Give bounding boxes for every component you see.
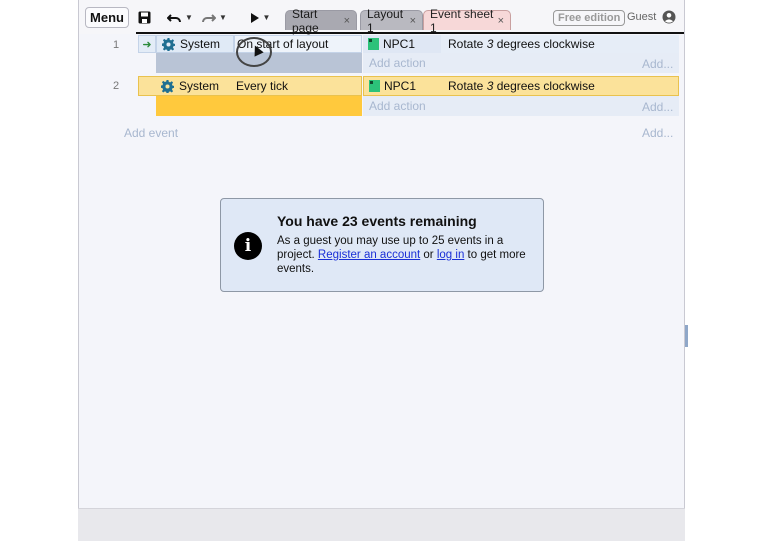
add-action-button[interactable]: Add action: [363, 96, 679, 116]
notice-title: You have 23 events remaining: [277, 213, 477, 229]
tab-event-sheet-1[interactable]: Event sheet 1 ×: [423, 7, 511, 35]
condition-object[interactable]: System: [156, 77, 234, 95]
close-icon[interactable]: ×: [410, 15, 416, 27]
undo-icon: [167, 13, 182, 22]
condition-object[interactable]: System: [156, 35, 234, 53]
action-object[interactable]: NPC1: [364, 77, 441, 95]
construct-editor: Menu ▼ ▼ ▼ Start page × Layout 1 × Event…: [78, 0, 685, 510]
add-event-button[interactable]: Add event: [124, 126, 178, 140]
notice-text: or: [420, 249, 437, 261]
sheet-divider: [136, 32, 684, 34]
chevron-down-icon[interactable]: ▼: [263, 13, 271, 22]
sprite-icon: [368, 38, 379, 50]
action-text[interactable]: Rotate 3 degrees clockwise: [441, 77, 677, 95]
action-object-label: NPC1: [384, 79, 417, 93]
redo-icon: [202, 13, 217, 22]
condition-object-label: System: [180, 37, 221, 51]
action-text-suffix: degrees clockwise: [493, 37, 595, 51]
action-value[interactable]: 3: [487, 37, 494, 51]
notice-body: As a guest you may use up to 25 events i…: [277, 234, 533, 276]
register-link[interactable]: Register an account: [318, 249, 420, 261]
tab-label: Start page: [292, 6, 319, 35]
toolbar: Menu ▼ ▼ ▼ Start page × Layout 1 × Event…: [79, 0, 684, 35]
action-text[interactable]: Rotate 3 degrees clockwise: [441, 35, 679, 53]
free-edition-badge[interactable]: Free edition: [553, 10, 626, 26]
gear-icon: [162, 37, 175, 51]
chevron-down-icon[interactable]: ▼: [185, 13, 193, 22]
play-icon: [250, 12, 259, 23]
undo-button[interactable]: ▼: [166, 7, 194, 28]
condition-object-label: System: [179, 79, 220, 93]
sprite-icon: [369, 80, 380, 92]
action-text-prefix: Rotate: [448, 79, 487, 93]
tab-label: Event sheet 1: [430, 6, 494, 35]
login-link[interactable]: log in: [437, 249, 465, 261]
event-number: 2: [113, 80, 120, 92]
redo-button[interactable]: ▼: [200, 7, 228, 28]
info-icon: i: [234, 232, 262, 260]
action-text-suffix: degrees clockwise: [493, 79, 595, 93]
user-label[interactable]: Guest: [627, 11, 656, 23]
add-more-button[interactable]: Add...: [642, 126, 673, 140]
condition-text[interactable]: Every tick: [234, 77, 362, 95]
add-more-button[interactable]: Add...: [642, 57, 673, 71]
action-value[interactable]: 3: [487, 79, 494, 93]
user-icon[interactable]: [662, 10, 676, 24]
add-action-button[interactable]: Add action: [363, 53, 679, 73]
action-object-label: NPC1: [383, 37, 416, 51]
close-icon[interactable]: ×: [344, 15, 350, 27]
close-icon[interactable]: ×: [498, 15, 504, 27]
add-more-button[interactable]: Add...: [642, 100, 673, 114]
tab-label: Layout 1: [367, 6, 404, 35]
preview-button[interactable]: ▼: [247, 7, 273, 28]
events-remaining-notice: i You have 23 events remaining As a gues…: [220, 198, 544, 292]
scrollbar-handle[interactable]: [685, 325, 688, 347]
menu-button[interactable]: Menu: [85, 7, 129, 28]
save-button[interactable]: [136, 7, 152, 28]
tab-start-page[interactable]: Start page ×: [285, 7, 357, 35]
chevron-down-icon[interactable]: ▼: [219, 13, 227, 22]
save-icon: [138, 11, 150, 24]
status-bar: [78, 508, 685, 541]
tab-layout-1[interactable]: Layout 1 ×: [360, 7, 423, 35]
action-text-prefix: Rotate: [448, 37, 487, 51]
event-strip-selected: [156, 96, 362, 116]
event-number: 1: [113, 39, 120, 51]
gear-icon: [161, 79, 174, 93]
start-trigger-icon: ➜: [138, 35, 156, 53]
action-object[interactable]: NPC1: [363, 35, 441, 53]
